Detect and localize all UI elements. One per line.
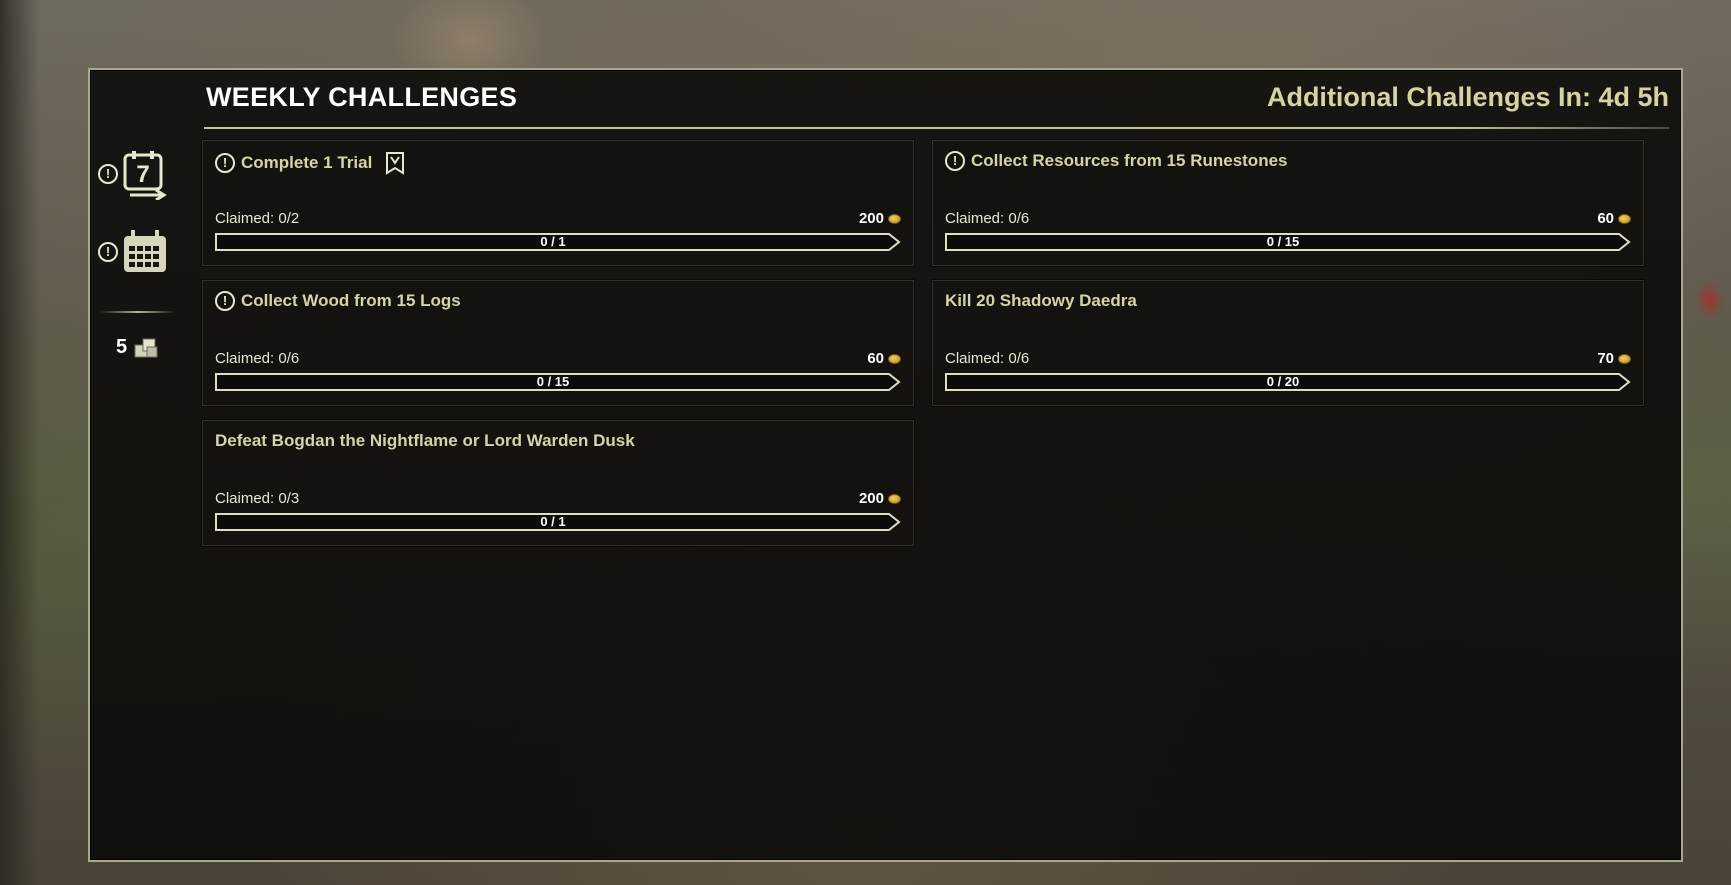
challenge-title-row: Kill 20 Shadowy Daedra — [945, 291, 1137, 311]
weekly-calendar-icon: 7 — [123, 151, 167, 200]
page-title: WEEKLY CHALLENGES — [206, 82, 518, 112]
alert-icon: ! — [98, 242, 118, 262]
reward-amount: 70 — [1597, 350, 1631, 367]
challenge-card[interactable]: ! Complete 1 Trial Claimed: 0/2 200 0 / 1 — [202, 140, 914, 266]
challenge-card[interactable]: ! Collect Resources from 15 Runestones Cla… — [932, 140, 1644, 266]
weekly-challenges-tab[interactable]: ! 7 — [98, 150, 178, 206]
challenge-title: Complete 1 Trial — [241, 153, 373, 172]
reward-amount: 200 — [859, 490, 901, 507]
sidebar-divider — [100, 311, 176, 313]
weekly-icon-number: 7 — [136, 161, 149, 188]
challenge-timer: Additional Challenges In: 4d 5h — [1266, 82, 1669, 112]
progress-label: 0 / 1 — [540, 234, 566, 249]
claimed-count: Claimed: 0/2 — [215, 210, 300, 227]
reward-value: 60 — [1597, 210, 1614, 227]
alert-icon: ! — [215, 291, 235, 311]
trial-icon — [386, 152, 405, 175]
voucher-icon — [134, 338, 158, 357]
gold-coin-icon — [888, 493, 901, 504]
progress-bar: 0 / 1 — [215, 513, 901, 531]
claimed-count: Claimed: 0/3 — [215, 490, 300, 507]
progress-label: 0 / 15 — [1266, 234, 1300, 249]
currency-count: 5 — [116, 336, 128, 358]
challenge-title: Kill 20 Shadowy Daedra — [945, 291, 1137, 310]
challenge-card[interactable]: Kill 20 Shadowy Daedra Claimed: 0/6 70 0 / … — [932, 280, 1644, 406]
reward-value: 60 — [867, 350, 884, 367]
progress-label: 0 / 20 — [1266, 374, 1300, 389]
gold-coin-icon — [888, 213, 901, 224]
reward-value: 200 — [858, 210, 884, 227]
progress-label: 0 / 1 — [540, 514, 566, 529]
reward-value: 200 — [858, 490, 884, 507]
progress-bar: 0 / 15 — [215, 373, 901, 391]
challenge-title-row: ! Collect Resources from 15 Runestones — [945, 151, 1287, 171]
progress-label: 0 / 15 — [536, 374, 570, 389]
alert-icon: ! — [945, 151, 965, 171]
alert-icon: ! — [98, 164, 118, 184]
claimed-count: Claimed: 0/6 — [215, 350, 300, 367]
challenge-card[interactable]: ! Collect Wood from 15 Logs Claimed: 0/6 60… — [202, 280, 914, 406]
weekly-challenges-window: WEEKLY CHALLENGES Additional Challenges … — [88, 68, 1683, 862]
title-divider — [204, 127, 1669, 129]
gold-coin-icon — [888, 353, 901, 364]
reward-value: 70 — [1597, 350, 1614, 367]
challenge-title-row: ! Collect Wood from 15 Logs — [215, 291, 461, 311]
gold-coin-icon — [1618, 213, 1631, 224]
progress-bar: 0 / 15 — [945, 233, 1631, 251]
claimed-count: Claimed: 0/6 — [945, 210, 1030, 227]
challenge-title-row: Defeat Bogdan the Nightflame or Lord War… — [215, 431, 635, 451]
claimed-count: Claimed: 0/6 — [945, 350, 1030, 367]
challenge-title: Collect Wood from 15 Logs — [241, 291, 461, 310]
reward-amount: 60 — [1597, 210, 1631, 227]
background-foliage — [0, 0, 40, 885]
progress-bar: 0 / 20 — [945, 373, 1631, 391]
reward-amount: 60 — [867, 350, 901, 367]
background-light — [1695, 280, 1725, 320]
challenge-title: Defeat Bogdan the Nightflame or Lord War… — [215, 431, 635, 450]
challenge-title: Collect Resources from 15 Runestones — [971, 151, 1288, 170]
challenge-card[interactable]: Defeat Bogdan the Nightflame or Lord War… — [202, 420, 914, 546]
calendar-icon — [124, 230, 166, 272]
challenge-title-row: ! Complete 1 Trial — [215, 151, 406, 175]
progress-bar: 0 / 1 — [215, 233, 901, 251]
gold-coin-icon — [1618, 353, 1631, 364]
voucher-currency: 5 — [116, 336, 159, 359]
alert-icon: ! — [215, 153, 235, 173]
reward-amount: 200 — [859, 210, 901, 227]
monthly-challenges-tab[interactable]: ! — [98, 228, 178, 284]
